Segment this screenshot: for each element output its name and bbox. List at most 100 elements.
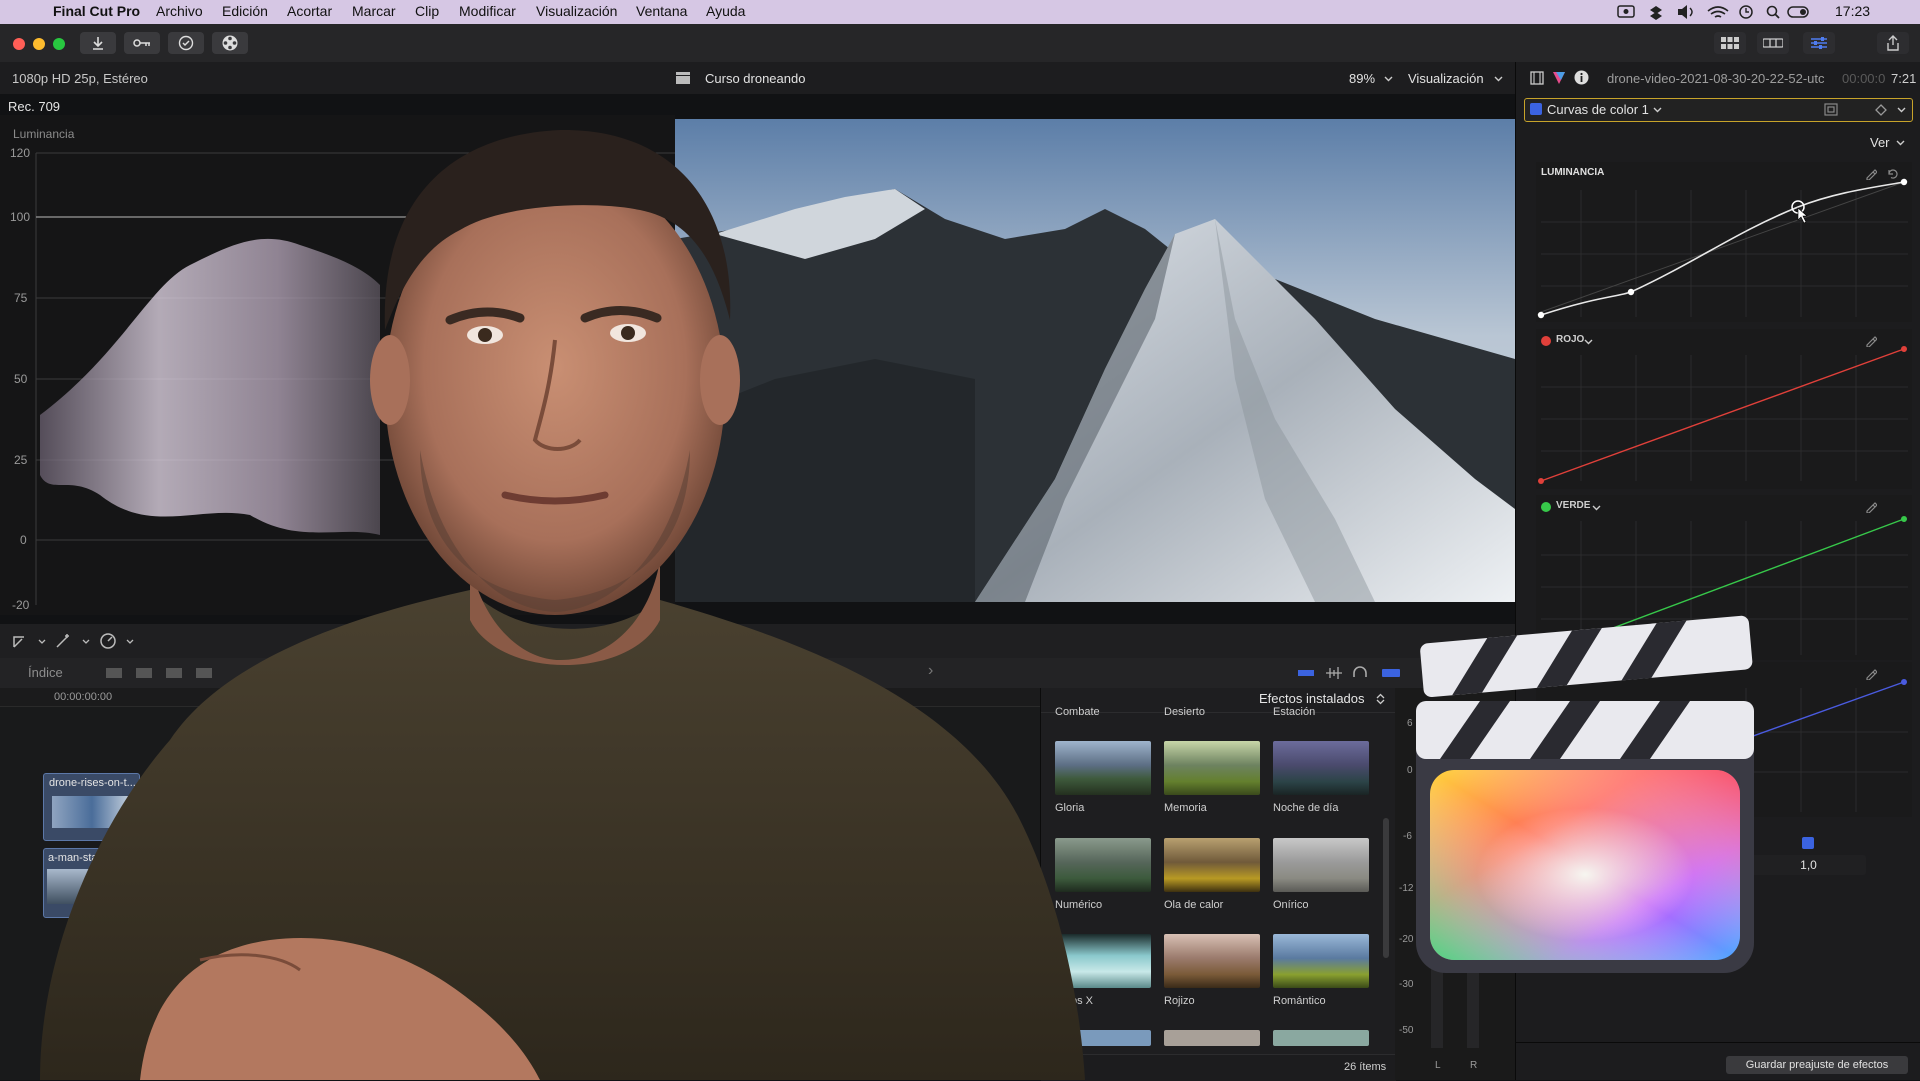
effect-thumb-numerico[interactable] bbox=[1055, 838, 1151, 892]
clip-label: drone-rises-on-t... bbox=[49, 777, 136, 789]
play-icon[interactable]: ▶ bbox=[253, 663, 265, 683]
effect-thumb-ola-de-calor[interactable] bbox=[1164, 838, 1260, 892]
import-button[interactable] bbox=[80, 32, 116, 54]
effect-thumb-gloria[interactable] bbox=[1055, 741, 1151, 795]
menubar-clock: 17:23 bbox=[1835, 3, 1871, 19]
luminance-curve-panel: LUMINANCIA bbox=[1536, 162, 1912, 322]
timeline-clip[interactable]: drone-rises-on-t... bbox=[43, 773, 140, 841]
inspector-timecode-dim: 00:00:0 bbox=[1842, 71, 1886, 86]
background-tasks-button[interactable] bbox=[168, 32, 204, 54]
share-icon bbox=[1887, 35, 1899, 51]
meter-left-label: L bbox=[1435, 1060, 1441, 1071]
keyframe-icon[interactable] bbox=[1875, 104, 1887, 116]
macos-menubar: Final Cut Pro Archivo Edición Acortar Ma… bbox=[0, 0, 1920, 24]
index-button[interactable]: Índice bbox=[28, 665, 63, 680]
effect-thumb-romantico[interactable] bbox=[1273, 934, 1369, 988]
share-button[interactable] bbox=[1877, 32, 1909, 54]
timeline-clip[interactable]: a-man-stands- bbox=[43, 848, 125, 918]
menu-ayuda[interactable]: Ayuda bbox=[706, 3, 745, 19]
effect-thumb[interactable] bbox=[1164, 1030, 1260, 1046]
checkmark-circle-icon bbox=[178, 35, 194, 51]
timeline-panel: 00:00:00:00 drone-rises-on-t... a-man-st… bbox=[0, 688, 1040, 1080]
effect-label-x: os X bbox=[1071, 995, 1094, 1007]
effect-label-desierto: Desierto bbox=[1164, 706, 1205, 718]
film-icon[interactable] bbox=[1530, 71, 1544, 85]
menu-clip[interactable]: Clip bbox=[415, 3, 439, 19]
effect-thumb-onirico[interactable] bbox=[1273, 838, 1369, 892]
updown-chevron-icon[interactable] bbox=[1376, 693, 1385, 705]
effect-thumb-noche-de-dia[interactable] bbox=[1273, 741, 1369, 795]
eyedropper-icon[interactable] bbox=[1865, 168, 1877, 180]
effect-thumb-rojizo[interactable] bbox=[1164, 934, 1260, 988]
color-space-label: Rec. 709 bbox=[8, 99, 61, 114]
effects-scrollbar[interactable] bbox=[1383, 818, 1389, 958]
chevron-right-icon[interactable]: › bbox=[928, 662, 933, 680]
menu-visualizacion[interactable]: Visualización bbox=[536, 3, 617, 19]
menu-archivo[interactable]: Archivo bbox=[156, 3, 203, 19]
eyedropper-icon[interactable] bbox=[1865, 335, 1877, 347]
magic-wand-icon[interactable] bbox=[55, 633, 93, 649]
view-menu[interactable]: Visualización bbox=[1408, 71, 1484, 86]
mix-value: 1,0 bbox=[1800, 858, 1817, 872]
clapper-small-icon bbox=[676, 72, 690, 84]
toolbar bbox=[0, 24, 1920, 63]
effects-header[interactable]: Efectos instalados bbox=[1259, 691, 1365, 706]
clip-thumbnail bbox=[52, 796, 132, 828]
scope-tick: -20 bbox=[12, 598, 30, 612]
zoom-select[interactable]: 89% bbox=[1349, 71, 1375, 86]
transform-tool-icon[interactable] bbox=[12, 633, 46, 649]
red-curve-graph[interactable] bbox=[1536, 329, 1912, 489]
luminance-curve-graph[interactable] bbox=[1536, 162, 1912, 322]
effect-label-noche-de-dia: Noche de día bbox=[1273, 802, 1339, 814]
close-window-button[interactable] bbox=[13, 38, 25, 50]
effect-thumb-x[interactable] bbox=[1055, 934, 1151, 988]
menu-modificar[interactable]: Modificar bbox=[459, 3, 516, 19]
menu-app-name[interactable]: Final Cut Pro bbox=[53, 3, 140, 19]
effect-label-gloria: Gloria bbox=[1055, 802, 1085, 814]
effect-enabled-checkbox[interactable] bbox=[1530, 103, 1542, 115]
spotlight-handle bbox=[1774, 13, 1780, 19]
view-dropdown[interactable]: Ver bbox=[1870, 135, 1890, 150]
timeline-icon bbox=[1763, 38, 1783, 48]
color-inspector-icon[interactable] bbox=[1552, 71, 1566, 85]
mask-icon[interactable] bbox=[1824, 103, 1838, 116]
info-icon[interactable] bbox=[1574, 70, 1589, 85]
download-arrow-icon bbox=[93, 37, 103, 50]
chevron-down-icon bbox=[1653, 107, 1662, 113]
browser-toggle-button[interactable] bbox=[1714, 32, 1746, 54]
effect-thumb[interactable] bbox=[1055, 1030, 1151, 1046]
chevron-down-icon bbox=[1494, 76, 1503, 82]
reset-icon[interactable] bbox=[1886, 168, 1898, 180]
menu-marcar[interactable]: Marcar bbox=[352, 3, 396, 19]
scope-tick: 0 bbox=[20, 533, 27, 547]
zoom-window-button[interactable] bbox=[53, 38, 65, 50]
mix-checkbox[interactable] bbox=[1802, 837, 1814, 849]
mountain-landscape-image bbox=[675, 119, 1515, 602]
speed-gauge-icon[interactable] bbox=[99, 632, 139, 650]
scope-tick: 120 bbox=[10, 146, 30, 160]
status-icons bbox=[1617, 5, 1809, 20]
keywords-button[interactable] bbox=[124, 32, 160, 54]
effect-thumb-memoria[interactable] bbox=[1164, 741, 1260, 795]
clip-thumbnail bbox=[47, 869, 119, 904]
eyedropper-icon[interactable] bbox=[1865, 501, 1877, 513]
save-preset-button[interactable]: Guardar preajuste de efectos bbox=[1726, 1056, 1908, 1074]
chevron-down-icon[interactable] bbox=[1897, 107, 1906, 113]
effect-thumb[interactable] bbox=[1273, 1030, 1369, 1046]
scope-tick: 75 bbox=[14, 291, 28, 305]
minimize-window-button[interactable] bbox=[33, 38, 45, 50]
menu-edicion[interactable]: Edición bbox=[222, 3, 268, 19]
inspector-toggle-button[interactable] bbox=[1803, 32, 1835, 54]
volume-wave bbox=[1689, 7, 1693, 17]
timeline-toggle-button[interactable] bbox=[1757, 32, 1789, 54]
dropbox-icon bbox=[1650, 6, 1662, 20]
effect-header[interactable]: Curvas de color 1 bbox=[1524, 98, 1913, 122]
edit-buttons-icon[interactable] bbox=[104, 665, 224, 681]
eyedropper-icon[interactable] bbox=[1865, 668, 1877, 680]
menu-acortar[interactable]: Acortar bbox=[287, 3, 332, 19]
effect-name[interactable]: Curvas de color 1 bbox=[1547, 102, 1649, 117]
effects-mode-button[interactable] bbox=[212, 32, 248, 54]
timeline-tools-icons[interactable] bbox=[1296, 665, 1426, 681]
mix-value-field[interactable]: 1,0 bbox=[1751, 855, 1866, 875]
menu-ventana[interactable]: Ventana bbox=[636, 3, 687, 19]
